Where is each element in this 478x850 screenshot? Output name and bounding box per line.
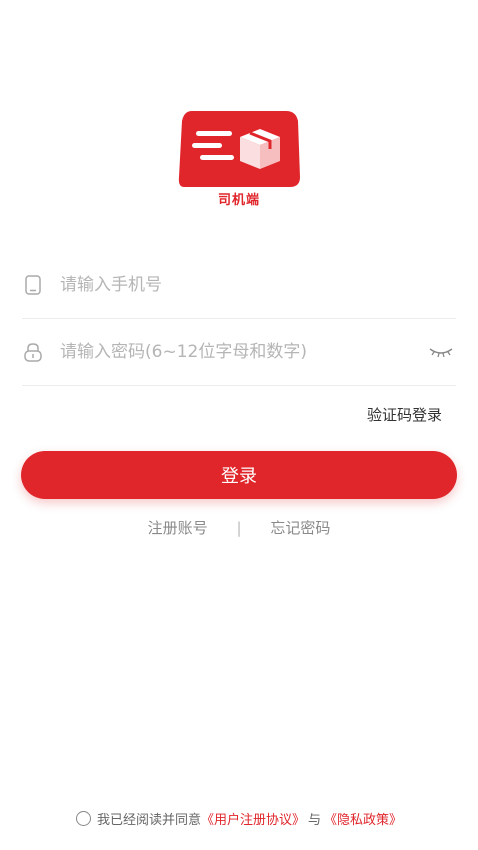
- phone-field-row: [22, 252, 456, 319]
- agreement-connector: 与: [308, 813, 322, 828]
- truck-box-logo-icon: [178, 111, 300, 187]
- agreement-row: 我已经阅读并同意 《用户注册协议》 与 《隐私政策》: [0, 809, 478, 828]
- app-logo: 司机端: [178, 107, 300, 208]
- user-agreement-link[interactable]: 《用户注册协议》: [201, 809, 305, 828]
- logo-caption: 司机端: [217, 193, 260, 208]
- phone-icon: [22, 274, 44, 296]
- code-login-link[interactable]: 验证码登录: [367, 404, 442, 425]
- account-links: 注册账号 | 忘记密码: [0, 517, 478, 538]
- agreement-prefix: 我已经阅读并同意: [96, 813, 201, 828]
- forgot-password-link[interactable]: 忘记密码: [270, 519, 330, 537]
- links-separator: |: [236, 519, 242, 537]
- password-input[interactable]: [60, 342, 426, 362]
- eye-closed-icon[interactable]: [426, 342, 456, 362]
- phone-input[interactable]: [60, 275, 456, 295]
- agree-radio[interactable]: [75, 811, 91, 826]
- privacy-policy-link[interactable]: 《隐私政策》: [324, 809, 402, 828]
- password-field-row: [22, 319, 456, 386]
- login-button[interactable]: 登录: [21, 451, 457, 499]
- register-link[interactable]: 注册账号: [148, 519, 208, 537]
- lock-icon: [22, 341, 44, 363]
